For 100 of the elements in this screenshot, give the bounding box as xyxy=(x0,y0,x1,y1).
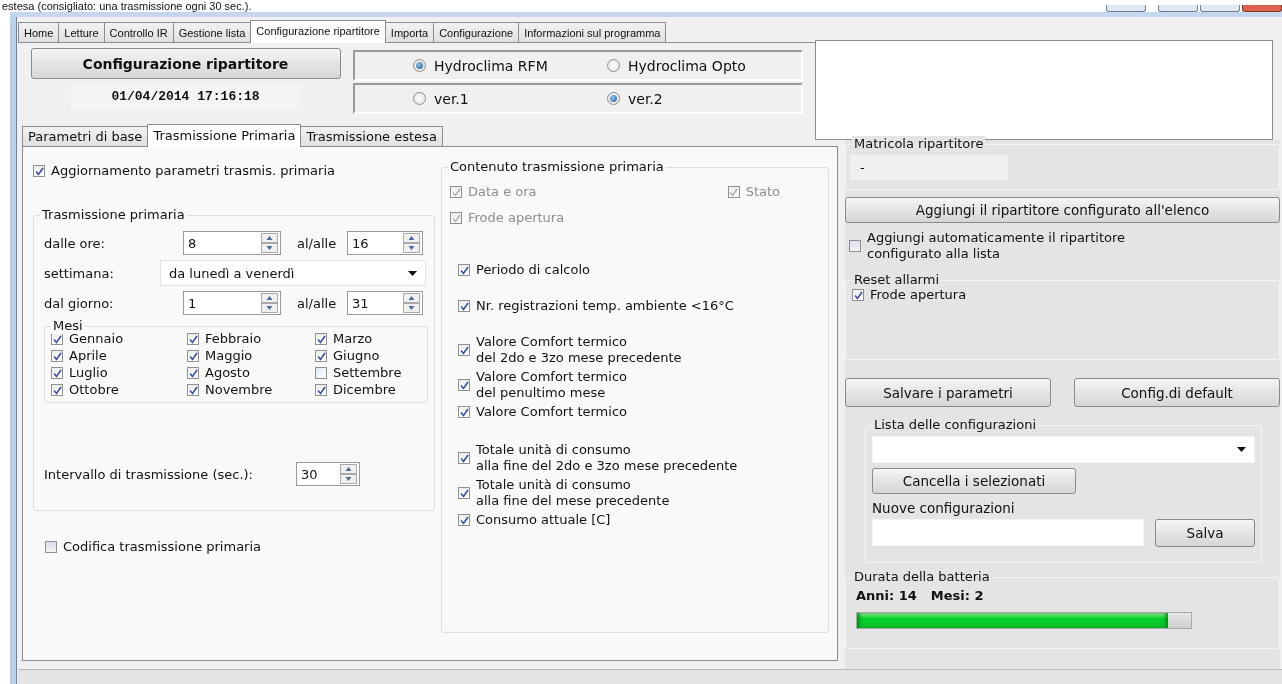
restore-icon[interactable] xyxy=(1200,5,1240,12)
button[interactable]: Salva xyxy=(1155,519,1255,547)
field-label: al/alle xyxy=(297,295,338,311)
spin-arrows-icon[interactable] xyxy=(261,233,278,253)
checkbox[interactable] xyxy=(33,165,45,177)
field-label: al/alle xyxy=(297,235,338,251)
serial-field: - xyxy=(850,155,1008,180)
tab[interactable]: Importa xyxy=(384,22,435,42)
radio-button[interactable] xyxy=(413,92,426,105)
spin-arrows-icon[interactable] xyxy=(403,233,420,253)
battery-months: Mesi: 2 xyxy=(930,588,984,603)
checkbox-label: Luglio xyxy=(69,365,108,381)
field-label: dal giorno: xyxy=(44,295,115,311)
field-label: Nuove configurazioni xyxy=(872,500,1016,516)
checkbox[interactable] xyxy=(458,406,470,418)
spin-field[interactable]: 16 xyxy=(347,231,423,255)
checkbox[interactable] xyxy=(458,344,470,356)
dropdown[interactable]: da lunedì a venerdì xyxy=(160,260,426,286)
checkbox-label: Febbraio xyxy=(205,331,262,347)
checkbox-label: Consumo attuale [C] xyxy=(476,512,611,528)
field-label: dalle ore: xyxy=(44,235,106,251)
spin-field[interactable]: 30 xyxy=(296,462,360,486)
checkbox-label: Aggiornamento parametri trasmis. primaria xyxy=(51,163,335,179)
checkbox-label: Totale unità di consumo alla fine del 2do e 3zo mese precedente xyxy=(476,442,738,474)
radio-button[interactable] xyxy=(607,92,620,105)
checkbox[interactable] xyxy=(849,240,861,252)
checkbox[interactable] xyxy=(458,452,470,464)
checkbox[interactable] xyxy=(51,350,63,362)
tab[interactable]: Gestione lista xyxy=(172,22,252,42)
checkbox-label: Periodo di calcolo xyxy=(476,262,590,278)
spin-field[interactable]: 1 xyxy=(183,291,281,315)
maximize-icon[interactable] xyxy=(1158,5,1198,12)
checkbox[interactable] xyxy=(51,367,63,379)
checkbox[interactable] xyxy=(458,487,470,499)
tab[interactable]: Letture xyxy=(58,22,105,42)
radio-label: Hydroclima Opto xyxy=(628,57,746,74)
text-area[interactable] xyxy=(815,40,1273,140)
checkbox-label: Gennaio xyxy=(69,331,124,347)
radio-label: ver.2 xyxy=(628,90,663,107)
checkbox-label: Marzo xyxy=(333,331,373,347)
checkbox-label: Totale unità di consumo alla fine del mese precedente xyxy=(476,477,670,509)
spin-arrows-icon[interactable] xyxy=(261,293,278,313)
tab[interactable]: Controllo IR xyxy=(103,22,174,42)
spin-field[interactable]: 31 xyxy=(347,291,423,315)
tab[interactable]: Home xyxy=(18,22,60,42)
checkbox[interactable] xyxy=(187,367,199,379)
checkbox-label: Nr. registrazioni temp. ambiente <16°C xyxy=(476,298,734,314)
checkbox-label: Frode apertura xyxy=(870,287,967,303)
checkbox-label: Dicembre xyxy=(333,382,396,398)
checkbox[interactable] xyxy=(187,384,199,396)
input-field[interactable] xyxy=(872,519,1144,546)
spin-arrows-icon[interactable] xyxy=(340,464,357,484)
checkbox[interactable] xyxy=(458,514,470,526)
caption-text: estesa (consigliato: una trasmissione ogni 30 sec.). xyxy=(1,0,252,12)
radio-button[interactable] xyxy=(413,59,426,72)
group-title: Matricola ripartitore xyxy=(852,136,986,152)
checkbox-label: Stato xyxy=(745,184,780,200)
group-title: Lista delle configurazioni xyxy=(872,417,1038,433)
checkbox[interactable] xyxy=(458,264,470,276)
field-label: Intervallo di trasmissione (sec.): xyxy=(44,466,254,482)
button[interactable]: Config.di default xyxy=(1074,378,1280,407)
field-label: settimana: xyxy=(44,265,115,281)
date-time-field: 01/04/2014 17:16:18 xyxy=(70,84,301,109)
radio-label: Hydroclima RFM xyxy=(434,57,548,74)
checkbox-label: Valore Comfort termico del 2do e 3zo mese precedente xyxy=(476,334,682,366)
checkbox-label: Aggiungi automaticamente il ripartitore configurato alla lista xyxy=(867,230,1125,262)
checkbox-label: Agosto xyxy=(205,365,250,381)
group-title: Mesi xyxy=(51,318,85,334)
checkbox[interactable] xyxy=(458,379,470,391)
checkbox[interactable] xyxy=(315,350,327,362)
checkbox[interactable] xyxy=(852,289,864,301)
button[interactable]: Aggiungi il ripartitore configurato all'elenco xyxy=(845,197,1280,223)
checkbox[interactable] xyxy=(187,333,199,345)
checkbox[interactable] xyxy=(45,541,57,553)
tab[interactable]: Configurazione xyxy=(433,22,520,42)
checkbox[interactable] xyxy=(315,384,327,396)
checkbox-label: Novembre xyxy=(205,382,273,398)
caret-icon xyxy=(408,270,417,276)
checkbox[interactable] xyxy=(315,333,327,345)
checkbox-label: Codifica trasmissione primaria xyxy=(63,539,262,555)
minimize-icon[interactable] xyxy=(1106,5,1146,12)
button[interactable]: Cancella i selezionati xyxy=(872,468,1076,494)
tab[interactable]: Trasmissione estesa xyxy=(300,126,443,146)
tab[interactable]: Configurazione ripartitore xyxy=(250,20,386,43)
caret-icon xyxy=(1237,447,1246,452)
checkbox[interactable] xyxy=(458,300,470,312)
button[interactable]: Salvare i parametri xyxy=(845,378,1051,407)
spin-field[interactable]: 8 xyxy=(183,231,281,255)
tab[interactable]: Parametri di base xyxy=(22,126,149,146)
checkbox-label: Data e ora xyxy=(468,184,537,200)
checkbox[interactable] xyxy=(315,367,327,379)
button[interactable]: Configurazione ripartitore xyxy=(30,48,341,79)
tab[interactable]: Informazioni sul programma xyxy=(518,22,667,42)
group-title: Contenuto trasmissione primaria xyxy=(448,159,666,175)
radio-button[interactable] xyxy=(607,59,620,72)
checkbox-label: Maggio xyxy=(205,348,253,364)
spin-arrows-icon[interactable] xyxy=(403,293,420,313)
checkbox[interactable] xyxy=(51,384,63,396)
tab[interactable]: Trasmissione Primaria xyxy=(147,124,302,147)
checkbox[interactable] xyxy=(187,350,199,362)
